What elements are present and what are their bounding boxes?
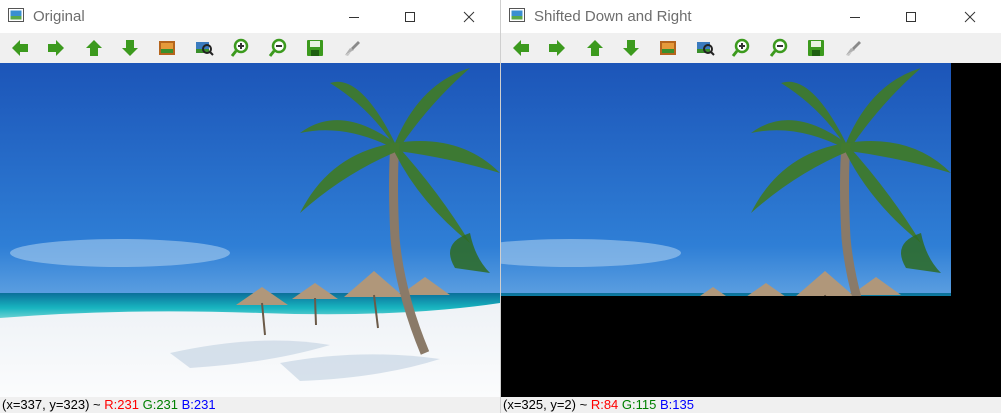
- status-g: G:115: [621, 397, 657, 412]
- zoom-in-icon: [731, 38, 751, 58]
- image-viewport[interactable]: [0, 63, 500, 397]
- status-b: B:231: [181, 397, 216, 412]
- properties-icon: [342, 38, 362, 58]
- window-title: Shifted Down and Right: [534, 8, 692, 25]
- toolbar: [501, 33, 1001, 63]
- zoom-out-icon: [769, 38, 789, 58]
- minimize-icon: [349, 16, 359, 18]
- arrow-right-icon: [547, 38, 567, 58]
- close-icon: [463, 11, 475, 22]
- title-bar[interactable]: Original: [0, 0, 500, 33]
- arrow-left-button[interactable]: [9, 37, 31, 59]
- status-coords: (x=325, y=2) ~: [503, 397, 591, 412]
- image-viewport[interactable]: [501, 63, 1001, 397]
- arrow-up-button[interactable]: [83, 37, 105, 59]
- properties-icon: [843, 38, 863, 58]
- close-button[interactable]: [446, 0, 492, 33]
- shifted-beach-image: [501, 63, 1001, 397]
- zoom-image-button[interactable]: [193, 37, 215, 59]
- zoom-image-icon: [194, 38, 214, 58]
- zoom-image-button[interactable]: [694, 37, 716, 59]
- image-icon: [157, 38, 177, 58]
- properties-button[interactable]: [341, 37, 363, 59]
- save-icon: [806, 38, 826, 58]
- status-b: B:135: [659, 397, 694, 412]
- save-button[interactable]: [304, 37, 326, 59]
- arrow-down-button[interactable]: [119, 37, 141, 59]
- toolbar: [0, 33, 500, 63]
- image-button[interactable]: [156, 37, 178, 59]
- arrow-left-button[interactable]: [510, 37, 532, 59]
- arrow-down-button[interactable]: [620, 37, 642, 59]
- status-r: R:231: [104, 397, 139, 412]
- arrow-right-icon: [46, 38, 66, 58]
- properties-button[interactable]: [842, 37, 864, 59]
- arrow-left-icon: [511, 38, 531, 58]
- zoom-in-icon: [230, 38, 250, 58]
- maximize-button[interactable]: [387, 0, 433, 33]
- title-bar[interactable]: Shifted Down and Right: [501, 0, 1001, 33]
- status-g: G:231: [142, 397, 179, 412]
- window-original: Original (x=337, y=323) ~ R:231 G:231 B:…: [0, 0, 500, 413]
- maximize-icon: [405, 11, 415, 22]
- close-button[interactable]: [947, 0, 993, 33]
- zoom-image-icon: [695, 38, 715, 58]
- zoom-in-button[interactable]: [730, 37, 752, 59]
- status-coords: (x=337, y=323) ~: [2, 397, 105, 412]
- zoom-out-icon: [268, 38, 288, 58]
- arrow-up-icon: [84, 38, 104, 58]
- arrow-left-icon: [10, 38, 30, 58]
- image-icon: [658, 38, 678, 58]
- arrow-down-icon: [120, 38, 140, 58]
- maximize-icon: [906, 11, 916, 22]
- beach-image: [0, 63, 500, 397]
- zoom-in-button[interactable]: [229, 37, 251, 59]
- arrow-down-icon: [621, 38, 641, 58]
- arrow-up-icon: [585, 38, 605, 58]
- minimize-icon: [850, 16, 860, 18]
- image-button[interactable]: [657, 37, 679, 59]
- window-shifted: Shifted Down and Right (x=325, y=2) ~ R:…: [501, 0, 1001, 413]
- app-icon: [509, 8, 525, 22]
- status-bar: (x=337, y=323) ~ R:231 G:231 B:231: [0, 397, 500, 413]
- arrow-right-button[interactable]: [546, 37, 568, 59]
- arrow-up-button[interactable]: [584, 37, 606, 59]
- close-icon: [964, 11, 976, 22]
- minimize-button[interactable]: [331, 0, 377, 33]
- status-bar: (x=325, y=2) ~ R:84 G:115 B:135: [501, 397, 1001, 413]
- minimize-button[interactable]: [832, 0, 878, 33]
- status-r: R:84: [590, 397, 619, 412]
- app-icon: [8, 8, 24, 22]
- window-title: Original: [33, 8, 85, 25]
- zoom-out-button[interactable]: [267, 37, 289, 59]
- maximize-button[interactable]: [888, 0, 934, 33]
- save-button[interactable]: [805, 37, 827, 59]
- save-icon: [305, 38, 325, 58]
- zoom-out-button[interactable]: [768, 37, 790, 59]
- arrow-right-button[interactable]: [45, 37, 67, 59]
